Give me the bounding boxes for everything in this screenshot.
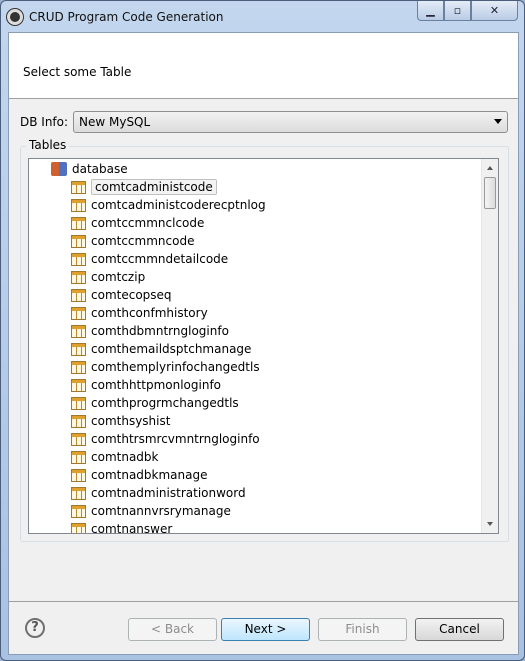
database-icon bbox=[51, 162, 67, 176]
table-item[interactable]: comtnadbkmanage bbox=[71, 466, 207, 484]
table-name: comtcadministcode bbox=[91, 179, 217, 195]
table-name: comtczip bbox=[91, 270, 146, 284]
table-icon bbox=[71, 432, 86, 446]
button-bar-separator bbox=[9, 601, 518, 602]
scroll-down-icon[interactable] bbox=[487, 522, 493, 526]
table-name: comthtrsmrcvmntrngloginfo bbox=[91, 432, 260, 446]
table-name: comtecopseq bbox=[91, 288, 172, 302]
table-icon bbox=[71, 378, 86, 392]
table-item[interactable]: comthemaildsptchmanage bbox=[71, 340, 251, 358]
table-icon bbox=[71, 288, 86, 302]
table-item[interactable]: comthprogrmchangedtls bbox=[71, 394, 239, 412]
table-icon bbox=[71, 252, 86, 266]
table-icon bbox=[71, 450, 86, 464]
table-icon bbox=[71, 396, 86, 410]
table-item[interactable]: comtnannvrsrymanage bbox=[71, 502, 231, 520]
db-info-select[interactable]: New MySQL bbox=[73, 111, 508, 133]
next-button[interactable]: Next > bbox=[221, 618, 310, 641]
table-item[interactable]: comthemplyrinfochangedtls bbox=[71, 358, 260, 376]
table-icon bbox=[71, 468, 86, 482]
maximize-button[interactable]: ▫ bbox=[444, 1, 471, 21]
close-button[interactable]: ✕ bbox=[471, 1, 518, 21]
app-gear-icon bbox=[7, 9, 23, 25]
table-name: comthconfmhistory bbox=[91, 306, 208, 320]
window-title: CRUD Program Code Generation bbox=[29, 10, 224, 24]
back-button[interactable]: < Back bbox=[128, 618, 217, 641]
table-icon bbox=[71, 522, 86, 533]
vertical-scrollbar[interactable] bbox=[481, 159, 498, 533]
chevron-down-icon bbox=[494, 119, 502, 124]
db-info-value: New MySQL bbox=[79, 115, 151, 129]
cancel-button[interactable]: Cancel bbox=[415, 618, 504, 641]
table-item[interactable]: comtccmmndetailcode bbox=[71, 250, 228, 268]
table-icon bbox=[71, 504, 86, 518]
dialog-content: Select some Table DB Info: New MySQL Tab… bbox=[8, 32, 519, 655]
wizard-header: Select some Table bbox=[9, 33, 518, 99]
table-name: comtnadbk bbox=[91, 450, 159, 464]
finish-button[interactable]: Finish bbox=[318, 618, 407, 641]
dialog-window: CRUD Program Code Generation ▁ ▫ ✕ Selec… bbox=[0, 0, 525, 661]
table-name: comthemaildsptchmanage bbox=[91, 342, 252, 356]
table-name: comthhttpmonloginfo bbox=[91, 378, 222, 392]
table-name: comtccmmnclcode bbox=[91, 216, 205, 230]
table-item[interactable]: comthconfmhistory bbox=[71, 304, 208, 322]
scroll-thumb[interactable] bbox=[484, 177, 496, 209]
help-icon[interactable]: ? bbox=[25, 618, 45, 638]
header-message: Select some Table bbox=[23, 65, 132, 79]
table-item[interactable]: comtnadbk bbox=[71, 448, 158, 466]
table-name: comtccmmncode bbox=[91, 234, 195, 248]
table-icon bbox=[71, 306, 86, 320]
table-item[interactable]: comtccmmnclcode bbox=[71, 214, 204, 232]
table-item[interactable]: comthhttpmonloginfo bbox=[71, 376, 221, 394]
table-item[interactable]: comtnadministrationword bbox=[71, 484, 246, 502]
table-icon bbox=[71, 198, 86, 212]
table-icon bbox=[71, 270, 86, 284]
table-icon bbox=[71, 216, 86, 230]
table-item[interactable]: comthtrsmrcvmntrngloginfo bbox=[71, 430, 260, 448]
table-item[interactable]: comtcadministcoderecptnlog bbox=[71, 196, 266, 214]
table-item[interactable]: comthdbmntrngloginfo bbox=[71, 322, 229, 340]
table-item[interactable]: comtecopseq bbox=[71, 286, 172, 304]
table-icon bbox=[71, 324, 86, 338]
scroll-up-icon[interactable] bbox=[487, 166, 493, 170]
table-icon bbox=[71, 342, 86, 356]
tree-root-database[interactable]: database bbox=[51, 160, 128, 178]
table-name: comthprogrmchangedtls bbox=[91, 396, 239, 410]
table-name: comtcadministcoderecptnlog bbox=[91, 198, 266, 212]
title-bar: CRUD Program Code Generation bbox=[7, 7, 223, 27]
table-name: comtnanswer bbox=[91, 522, 173, 534]
table-item[interactable]: comtnanswer bbox=[71, 520, 173, 534]
table-icon bbox=[71, 360, 86, 374]
table-name: comtnadbkmanage bbox=[91, 468, 208, 482]
table-name: comthsyshist bbox=[91, 414, 171, 428]
root-label: database bbox=[72, 162, 128, 176]
minimize-button[interactable]: ▁ bbox=[417, 1, 444, 21]
table-icon bbox=[71, 486, 86, 500]
db-info-label: DB Info: bbox=[20, 115, 69, 129]
table-name: comtccmmndetailcode bbox=[91, 252, 229, 266]
table-item[interactable]: comthsyshist bbox=[71, 412, 170, 430]
table-icon bbox=[71, 180, 86, 194]
table-name: comtnadministrationword bbox=[91, 486, 246, 500]
table-item[interactable]: comtcadministcode bbox=[71, 178, 217, 196]
table-icon bbox=[71, 234, 86, 248]
tables-label: Tables bbox=[26, 138, 70, 152]
table-item[interactable]: comtccmmncode bbox=[71, 232, 194, 250]
tables-tree[interactable]: database comtcadministcode comtcadministc… bbox=[28, 158, 499, 534]
table-name: comtnannvrsrymanage bbox=[91, 504, 231, 518]
table-name: comthdbmntrngloginfo bbox=[91, 324, 229, 338]
table-name: comthemplyrinfochangedtls bbox=[91, 360, 260, 374]
table-item[interactable]: comtczip bbox=[71, 268, 145, 286]
table-icon bbox=[71, 414, 86, 428]
